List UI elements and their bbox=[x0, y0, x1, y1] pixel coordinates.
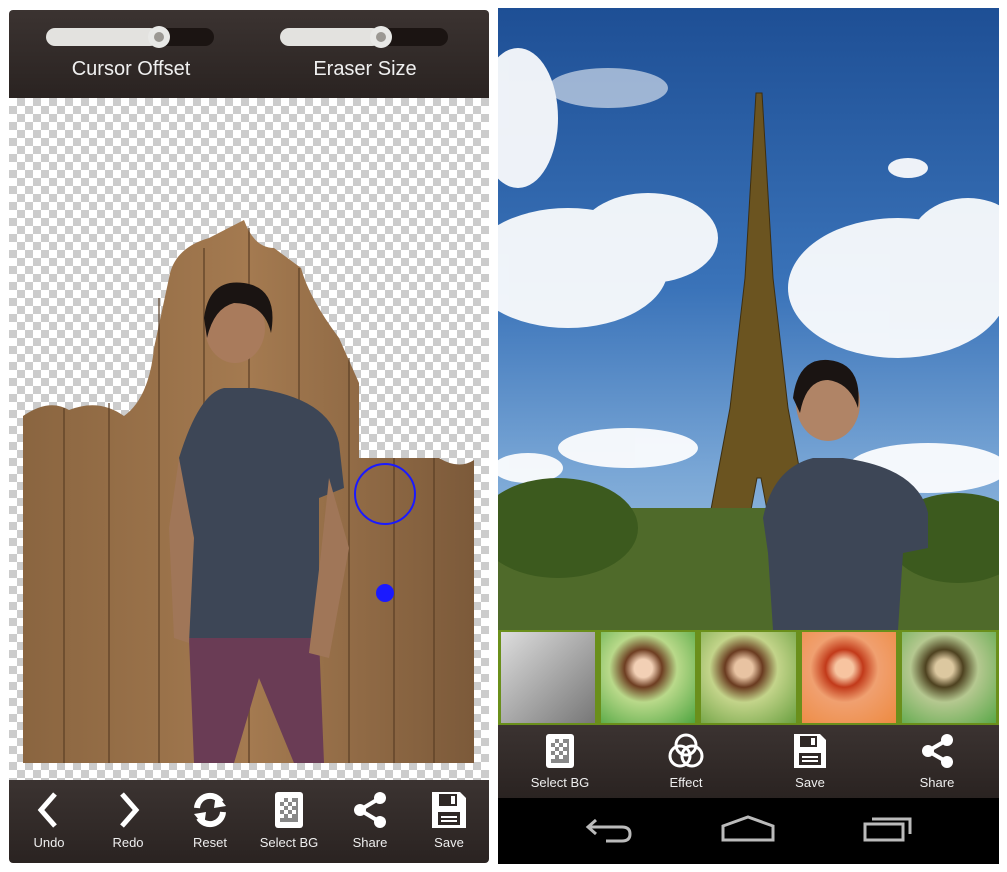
cursor-offset-label: Cursor Offset bbox=[71, 58, 191, 80]
filter-thumbnail-warm[interactable] bbox=[701, 632, 796, 723]
chevron-right-icon bbox=[120, 792, 140, 828]
checkerboard-icon bbox=[546, 734, 574, 768]
eraser-size-slider[interactable] bbox=[280, 26, 448, 48]
composite-screen: Select BG Effect Save Share bbox=[498, 8, 999, 864]
back-icon[interactable] bbox=[584, 814, 634, 844]
cursor-offset-slider[interactable] bbox=[46, 26, 214, 48]
refresh-icon bbox=[194, 792, 226, 828]
home-icon[interactable] bbox=[720, 814, 776, 844]
share-button[interactable]: Share bbox=[887, 725, 987, 798]
effect-filter-strip bbox=[498, 630, 999, 725]
eiffel-tower-background bbox=[498, 48, 999, 630]
floppy-disk-icon bbox=[432, 792, 466, 828]
redo-button[interactable]: Redo bbox=[88, 780, 168, 863]
cutout-photo bbox=[23, 220, 474, 763]
eraser-screen: Cursor Offset Eraser Size Undo Redo Rese… bbox=[9, 10, 489, 863]
eraser-size-label: Eraser Size bbox=[313, 58, 417, 80]
save-button[interactable]: Save bbox=[760, 725, 860, 798]
editing-canvas[interactable] bbox=[9, 98, 489, 780]
slider-thumb[interactable] bbox=[369, 26, 392, 48]
checkerboard-icon bbox=[275, 792, 303, 828]
select-bg-button[interactable]: Select BG bbox=[510, 725, 610, 798]
filter-thumbnail-orange[interactable] bbox=[801, 632, 896, 723]
slider-bar: Cursor Offset Eraser Size bbox=[9, 10, 489, 98]
floppy-disk-icon bbox=[794, 734, 826, 768]
share-button[interactable]: Share bbox=[330, 780, 410, 863]
bottom-toolbar: Undo Redo Reset Select BG Share Save bbox=[9, 780, 489, 863]
chevron-left-icon bbox=[37, 792, 57, 828]
reset-button[interactable]: Reset bbox=[170, 780, 250, 863]
slider-thumb[interactable] bbox=[147, 26, 170, 48]
share-icon bbox=[354, 792, 386, 828]
filter-thumbnail-original[interactable] bbox=[601, 632, 696, 723]
eraser-cursor-handle[interactable] bbox=[376, 584, 394, 602]
filter-thumbnail-grayscale[interactable] bbox=[501, 632, 596, 723]
recent-apps-icon[interactable] bbox=[862, 814, 914, 844]
effect-button[interactable]: Effect bbox=[636, 725, 736, 798]
save-button[interactable]: Save bbox=[409, 780, 489, 863]
share-icon bbox=[922, 734, 953, 768]
undo-button[interactable]: Undo bbox=[9, 780, 89, 863]
select-bg-button[interactable]: Select BG bbox=[249, 780, 329, 863]
android-navigation-bar bbox=[498, 798, 999, 864]
composite-photo bbox=[498, 8, 999, 630]
bottom-toolbar: Select BG Effect Save Share bbox=[498, 725, 999, 798]
circles-icon bbox=[668, 733, 704, 768]
filter-thumbnail-sepia-green[interactable] bbox=[901, 632, 997, 723]
